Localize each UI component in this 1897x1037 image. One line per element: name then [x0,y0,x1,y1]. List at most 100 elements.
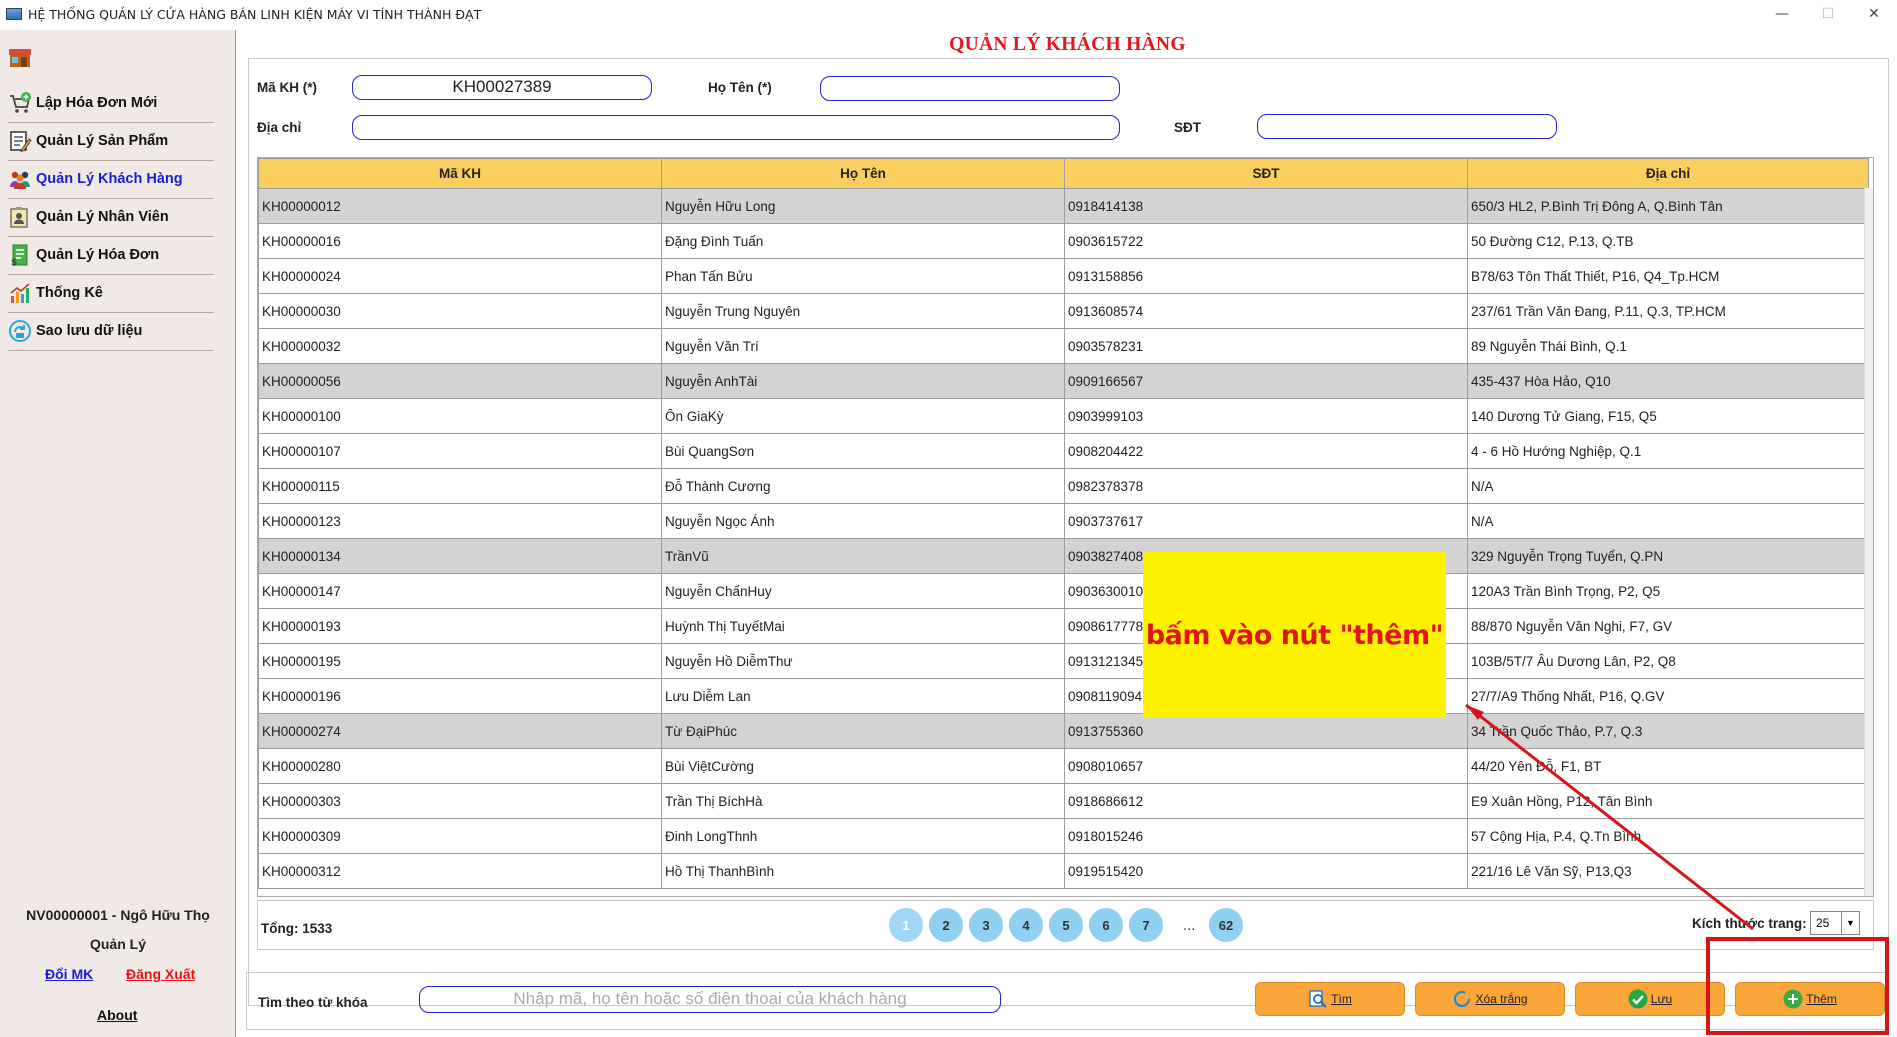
store-logo-icon [9,49,31,67]
cell-address: 89 Nguyễn Thái Bình, Q.1 [1467,328,1869,364]
table-row[interactable]: KH00000193 Huỳnh Thị TuyếtMai 0908617778 88… [258,608,1869,644]
user-role: Quản Lý [89,936,146,952]
page-button-last[interactable]: 62 [1209,908,1243,942]
table-row[interactable]: KH00000100 Ôn GiaKỳ 0903999103 140 Dương Tử… [258,398,1869,434]
page-button[interactable]: 4 [1009,908,1043,942]
page-button[interactable]: 3 [969,908,1003,942]
logout-link[interactable]: Đăng Xuất [126,966,195,982]
change-password-link[interactable]: Đổi MK [45,966,93,982]
sidebar-item-statistics[interactable]: Thống Kê [8,273,214,313]
cell-id: KH00000134 [258,538,662,574]
sidebar-item-label: Quản Lý Hóa Đơn [36,246,160,263]
table-row[interactable]: KH00000012 Nguyễn Hữu Long 0918414138 650/3… [258,188,1869,224]
table-row[interactable]: KH00000134 TrầnVũ 0903827408 329 Nguyễn Trọ… [258,538,1869,574]
customer-id-field[interactable]: KH00027389 [352,75,652,100]
maximize-button[interactable]: ☐ [1805,0,1851,28]
column-header-id[interactable]: Mã KH [258,158,662,189]
cell-address: 57 Cộng Hịa, P.4, Q.Tn Bình [1467,818,1869,854]
table-row[interactable]: KH00000107 Bùi QuangSơn 0908204422 4 - 6 Hồ… [258,433,1869,469]
current-user: NV00000001 - Ngô Hữu Thọ [26,907,210,923]
table-row[interactable]: KH00000274 Từ ĐạiPhúc 0913755360 34 Trần Qu… [258,713,1869,749]
cell-name: Đinh LongThnh [661,818,1065,854]
cell-address: 103B/5T/7 Âu Dương Lân, P2, Q8 [1467,643,1869,679]
backup-icon [9,319,31,342]
sidebar-item-backup[interactable]: Sao lưu dữ liệu [8,311,214,351]
table-row[interactable]: KH00000115 Đỗ Thành Cương 0982378378 N/A [258,468,1869,504]
sidebar-item-label: Quản Lý Khách Hàng [36,170,183,187]
sidebar-item-invoices[interactable]: $ Quản Lý Hóa Đơn [8,235,214,275]
table-header-row: Mã KH Họ Tên SĐT Địa chỉ [258,158,1869,189]
page-button[interactable]: 6 [1089,908,1123,942]
sidebar-item-employees[interactable]: Quản Lý Nhân Viên [8,197,214,237]
minimize-button[interactable]: — [1759,0,1805,28]
total-count: Tổng: 1533 [261,921,333,936]
cell-id: KH00000123 [258,503,662,539]
table-row[interactable]: KH00000309 Đinh LongThnh 0918015246 57 Cộng… [258,818,1869,854]
cell-address: 88/870 Nguyễn Văn Nghi, F7, GV [1467,608,1869,644]
app-icon [6,8,22,20]
find-button[interactable]: Tìm [1255,982,1405,1016]
clear-button[interactable]: Xóa trắng [1415,982,1565,1016]
customer-name-field[interactable] [820,76,1120,101]
save-button[interactable]: Lưu [1575,982,1725,1016]
search-label: Tìm theo từ khóa [258,995,368,1010]
cell-id: KH00000115 [258,468,662,504]
cell-address: 237/61 Trần Văn Đang, P.11, Q.3, TP.HCM [1467,293,1869,329]
column-header-address[interactable]: Địa chỉ [1467,158,1869,189]
cell-name: Nguyễn Trung Nguyên [661,293,1065,329]
table-row[interactable]: KH00000016 Đặng Đình Tuấn 0903615722 50 Đườ… [258,223,1869,259]
table-row[interactable]: KH00000280 Bùi ViệtCường 0908010657 44/20 Y… [258,748,1869,784]
table-row[interactable]: KH00000196 Lưu Diễm Lan 0908119094 27/7/A9 … [258,678,1869,714]
address-field[interactable] [352,115,1120,140]
page-button[interactable]: 7 [1129,908,1163,942]
cell-name: Ôn GiaKỳ [661,398,1065,434]
table-row[interactable]: KH00000030 Nguyễn Trung Nguyên 0913608574 2… [258,293,1869,329]
cell-name: TrầnVũ [661,538,1065,574]
sidebar-item-new-invoice[interactable]: Lập Hóa Đơn Mới [8,83,214,123]
cell-address: 34 Trần Quốc Thảo, P.7, Q.3 [1467,713,1869,749]
cell-name: Nguyễn Ngọc Ánh [661,503,1065,539]
cell-name: Nguyễn Hồ DiễmThư [661,643,1065,679]
table-row[interactable]: KH00000312 Hồ Thị ThanhBình 0919515420 221/… [258,853,1869,889]
pagination-bar: Tổng: 1533 1 2 3 4 5 6 7 ... 62 Kích thư… [257,900,1874,950]
page-title: QUẢN LÝ KHÁCH HÀNG [949,34,1186,55]
cell-address: N/A [1467,503,1869,539]
page-button[interactable]: 5 [1049,908,1083,942]
cell-id: KH00000309 [258,818,662,854]
table-scrollbar[interactable] [1864,188,1873,896]
cell-address: B78/63 Tôn Thất Thiết, P16, Q4_Tp.HCM [1467,258,1869,294]
table-row[interactable]: KH00000147 Nguyễn ChấnHuy 0903630010 120A3 … [258,573,1869,609]
page-size-select[interactable]: 25 ▼ [1810,911,1860,935]
column-header-name[interactable]: Họ Tên [661,158,1065,189]
column-header-phone[interactable]: SĐT [1064,158,1468,189]
cell-id: KH00000147 [258,573,662,609]
cell-phone: 0919515420 [1064,853,1468,889]
about-link[interactable]: About [97,1007,137,1023]
table-row[interactable]: KH00000024 Phan Tấn Bửu 0913158856 B78/63 T… [258,258,1869,294]
table-row[interactable]: KH00000056 Nguyễn AnhTài 0909166567 435-437… [258,363,1869,399]
cell-id: KH00000032 [258,328,662,364]
sidebar-item-products[interactable]: Quản Lý Sản Phẩm [8,121,214,161]
table-row[interactable]: KH00000195 Nguyễn Hồ DiễmThư 0913121345 103… [258,643,1869,679]
cell-address: E9 Xuân Hồng, P12, Tân Bình [1467,783,1869,819]
cell-phone: 0982378378 [1064,468,1468,504]
cell-name: Nguyễn Hữu Long [661,188,1065,224]
page-button[interactable]: 1 [889,908,923,942]
sidebar-item-customers[interactable]: Quản Lý Khách Hàng [8,159,214,199]
page-button[interactable]: 2 [929,908,963,942]
phone-field[interactable] [1257,114,1557,139]
search-input[interactable]: Nhập mã, họ tên hoặc số điện thoại của k… [419,986,1001,1013]
table-row[interactable]: KH00000123 Nguyễn Ngọc Ánh 0903737617 N/A [258,503,1869,539]
sidebar-item-label: Quản Lý Nhân Viên [36,208,169,225]
table-row[interactable]: KH00000303 Trần Thị BíchHà 0918686612 E9 Xu… [258,783,1869,819]
sidebar: Lập Hóa Đơn Mới Quản Lý Sản Phẩm Quản Lý… [0,30,236,1037]
cell-phone: 0918686612 [1064,783,1468,819]
chevron-down-icon[interactable]: ▼ [1841,912,1859,934]
close-button[interactable]: ✕ [1851,0,1897,28]
cell-name: Bùi QuangSơn [661,433,1065,469]
save-button-label: Lưu [1650,992,1673,1006]
cell-name: Lưu Diễm Lan [661,678,1065,714]
page-size-value: 25 [1816,916,1830,930]
table-row[interactable]: KH00000032 Nguyễn Văn Trí 0903578231 89 Ngu… [258,328,1869,364]
cell-phone: 0903737617 [1064,503,1468,539]
